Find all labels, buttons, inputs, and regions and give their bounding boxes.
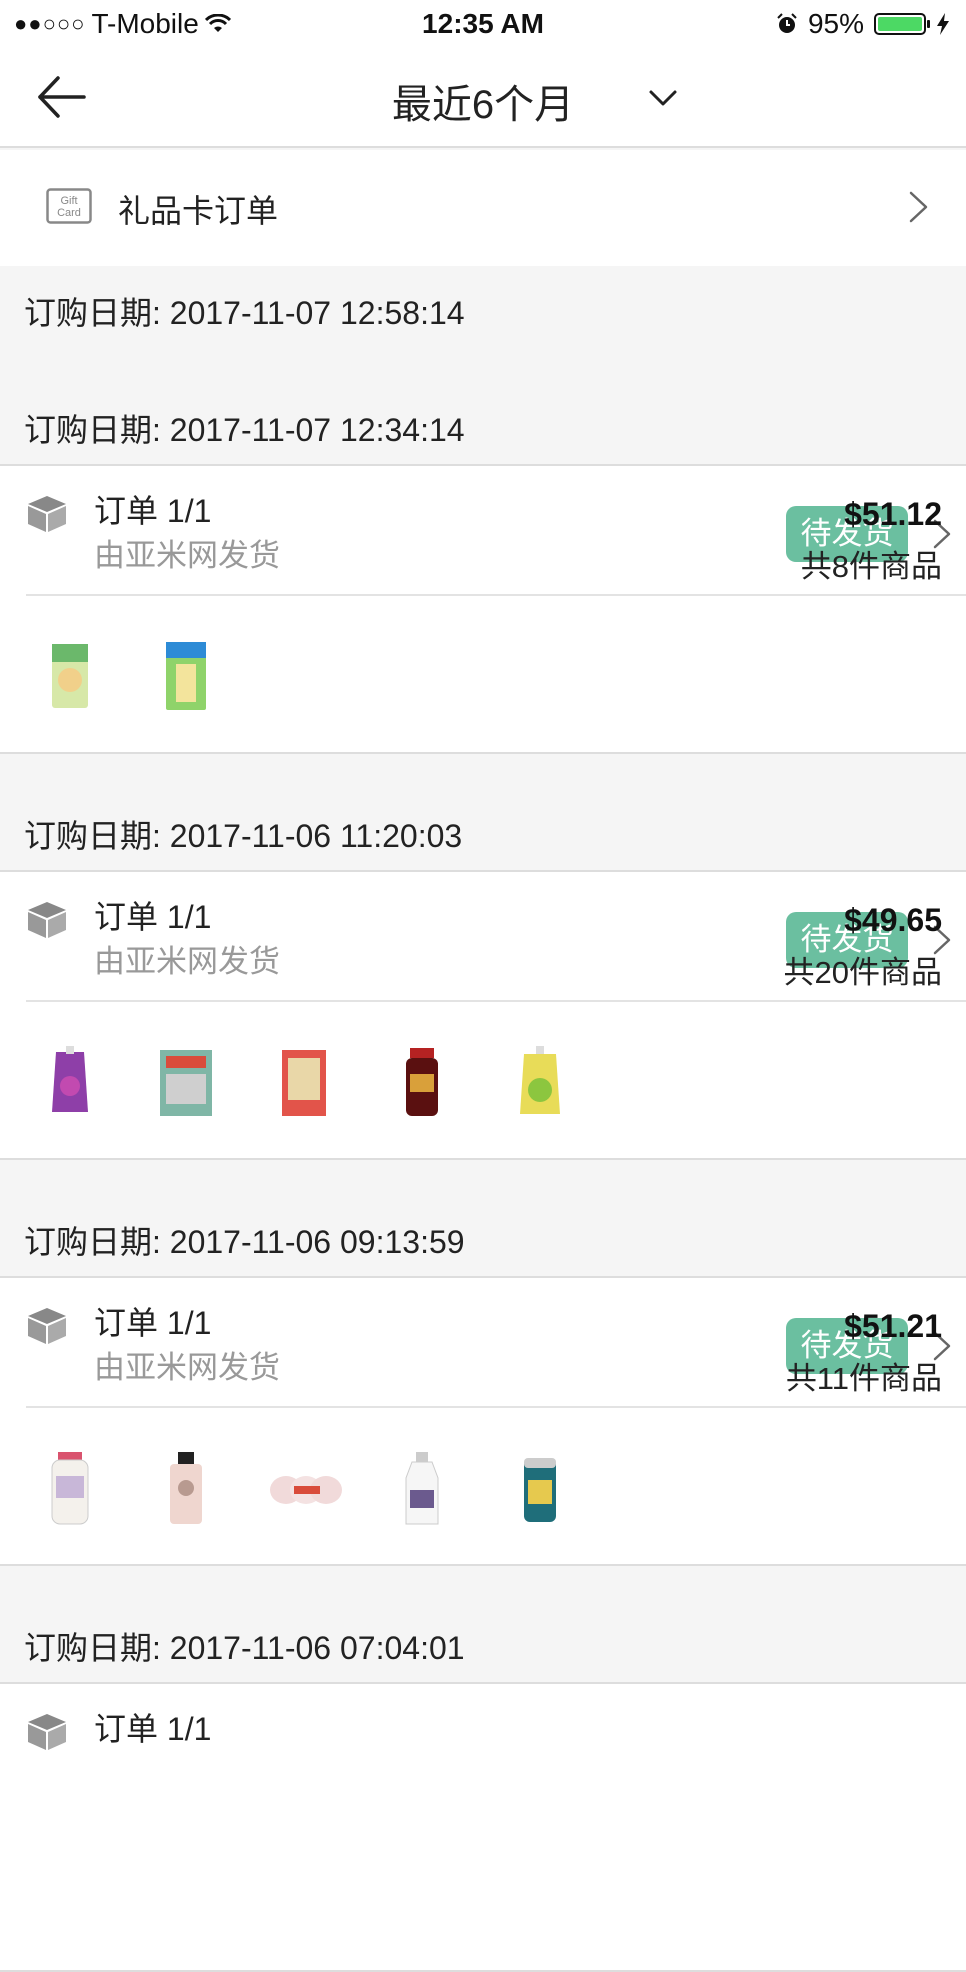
order-number: 订单 1/1 (94, 1305, 212, 1341)
product-thumbnail[interactable] (382, 1042, 462, 1122)
system-status: 95% (776, 8, 950, 40)
order-card[interactable]: 订单 1/1 由亚米网发货 待发货 (0, 1276, 966, 1566)
status-bar: ●●○○○ T-Mobile 12:35 AM 95% (0, 0, 966, 48)
order-date: 订购日期: 2017-11-06 09:13:59 (24, 1224, 465, 1260)
product-thumbnail[interactable] (30, 1448, 110, 1528)
battery-icon (874, 13, 930, 35)
svg-text:Card: Card (57, 207, 81, 219)
gift-card-orders-row[interactable]: Gift Card 礼品卡订单 (0, 150, 966, 266)
product-thumbnail[interactable] (146, 636, 226, 716)
package-icon (28, 1714, 66, 1750)
order-date: 订购日期: 2017-11-07 12:58:14 (24, 295, 465, 331)
page-title[interactable]: 最近6个月 (0, 72, 966, 130)
chevron-down-icon[interactable] (648, 86, 678, 110)
product-thumbnail[interactable] (500, 1448, 580, 1528)
chevron-right-icon (909, 191, 928, 223)
product-thumbnail[interactable] (264, 1448, 344, 1528)
shipper-text: 由亚米网发货 (94, 944, 280, 979)
order-card[interactable]: 订单 1/1 由亚米网发货 待发货 (0, 870, 966, 1160)
order-date: 订购日期: 2017-11-06 11:20:03 (24, 818, 463, 854)
product-thumbnail[interactable] (500, 1042, 580, 1122)
product-thumbnail[interactable] (264, 1042, 344, 1122)
product-thumbnail[interactable] (146, 1042, 226, 1122)
product-thumbnail[interactable] (30, 636, 110, 716)
alarm-icon (777, 13, 797, 33)
battery-percent: 95% (807, 8, 864, 39)
item-count: 共11件商品 (785, 1361, 942, 1396)
order-date: 订购日期: 2017-11-06 07:04:01 (24, 1630, 465, 1666)
order-number: 订单 1/1 (94, 1711, 212, 1747)
order-header[interactable]: 订单 1/1 (0, 1684, 966, 1812)
order-total: $49.65 (844, 902, 942, 938)
product-thumbnails[interactable] (0, 1002, 700, 1160)
order-number: 订单 1/1 (94, 493, 212, 529)
order-total: $51.12 (844, 496, 942, 532)
charging-icon (937, 13, 949, 35)
product-thumbnail[interactable] (382, 1448, 462, 1528)
order-total: $51.21 (844, 1308, 942, 1344)
product-thumbnail[interactable] (146, 1448, 226, 1528)
order-date: 订购日期: 2017-11-07 12:34:14 (24, 412, 465, 448)
package-icon (28, 902, 66, 938)
product-thumbnail[interactable] (30, 1042, 110, 1122)
svg-text:Gift: Gift (60, 195, 77, 207)
gift-card-label: 礼品卡订单 (118, 193, 279, 229)
package-icon (28, 1308, 66, 1344)
product-thumbnails[interactable] (0, 1408, 700, 1566)
item-count: 共8件商品 (800, 549, 942, 584)
order-card[interactable]: 订单 1/1 由亚米网发货 待发货 $51.12 共8件商品 (0, 464, 966, 754)
order-card[interactable]: 订单 1/1 (0, 1682, 966, 1972)
package-icon (28, 496, 66, 532)
nav-bar: 最近6个月 (0, 48, 966, 148)
gift-card-icon: Gift Card (46, 188, 92, 224)
shipper-text: 由亚米网发货 (94, 1350, 280, 1385)
order-number: 订单 1/1 (94, 899, 212, 935)
product-thumbnails[interactable] (0, 596, 700, 754)
shipper-text: 由亚米网发货 (94, 538, 280, 573)
item-count: 共20件商品 (783, 955, 942, 990)
